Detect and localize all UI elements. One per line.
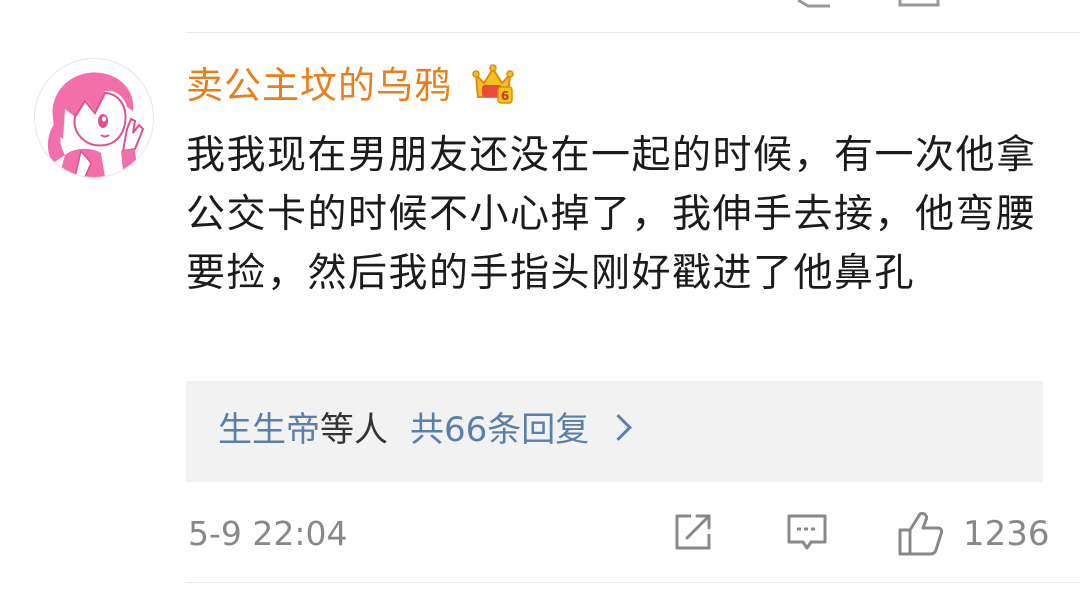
comment-text: 我我现在男朋友还没在一起的时候，有一次他拿公交卡的时候不小心掉了，我伸手去接，他… — [186, 133, 1037, 296]
reply-user-link[interactable]: 生生帝 — [218, 410, 320, 450]
vip-crown-badge-icon: 6 — [472, 64, 514, 104]
reply-count-link[interactable]: 共66条回复 — [410, 410, 589, 450]
share-icon[interactable] — [671, 510, 715, 554]
previous-like-icon-fragment — [898, 0, 940, 7]
username[interactable]: 卖公主坟的乌鸦 — [186, 62, 452, 110]
thumbs-up-icon[interactable] — [896, 510, 944, 556]
anime-girl-avatar-icon — [35, 59, 153, 177]
like-count: 1236 — [963, 514, 1050, 554]
previous-comment-icon-fragment — [797, 0, 830, 8]
replies-preview[interactable]: 生生帝等人 共66条回复 — [186, 381, 1043, 482]
replies-summary[interactable]: 生生帝等人 共66条回复 — [218, 407, 633, 453]
previous-item-remnant — [0, 0, 1080, 32]
timestamp: 5-9 22:04 — [188, 514, 348, 553]
comment-icon[interactable] — [785, 510, 829, 554]
comment-item: 卖公主坟的乌鸦 6 我我现在男朋友还没在一起的时候，有一次他拿公交卡的时候不小心… — [0, 0, 1080, 596]
chevron-right-icon — [605, 414, 633, 441]
svg-text:6: 6 — [501, 89, 509, 103]
reply-others-label: 等人 — [320, 410, 388, 450]
divider — [186, 582, 1080, 583]
divider — [186, 32, 1080, 33]
avatar[interactable] — [34, 58, 154, 178]
